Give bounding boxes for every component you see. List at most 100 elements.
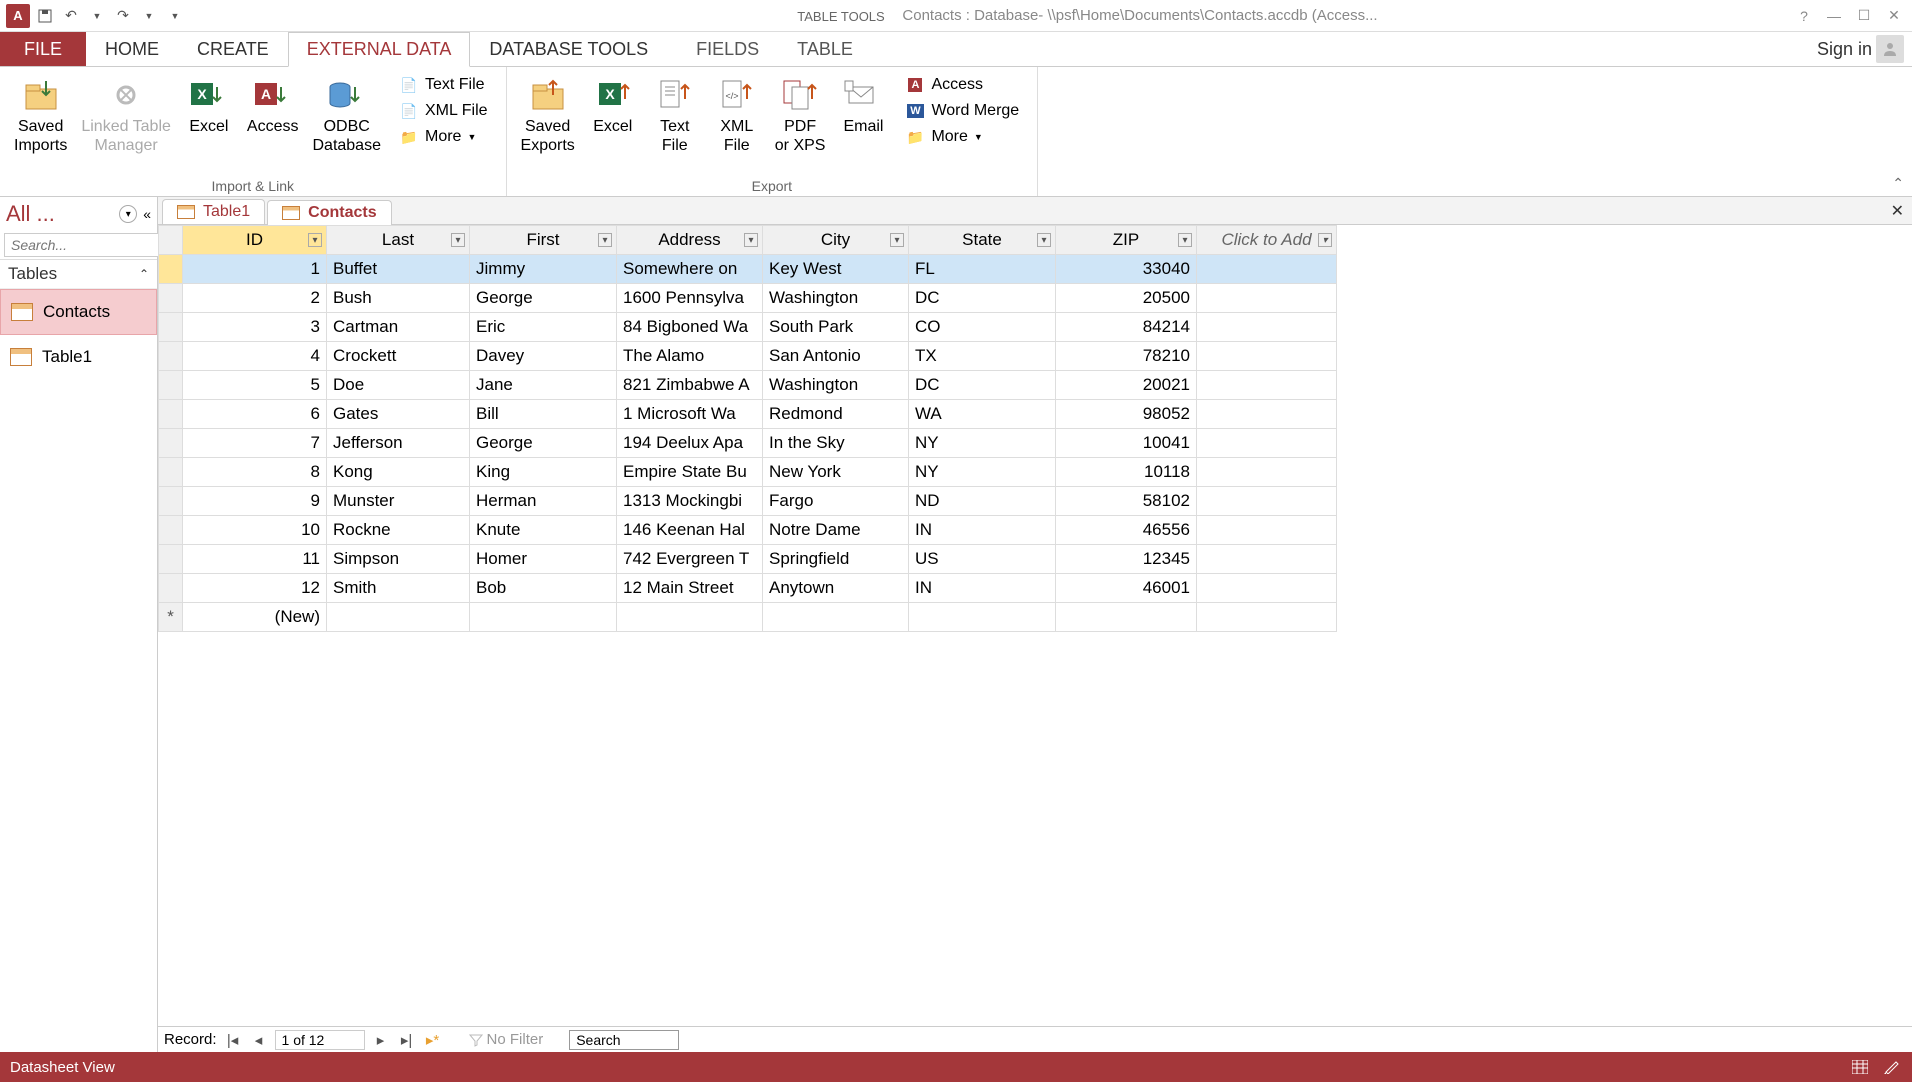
tab-external-data[interactable]: EXTERNAL DATA [288, 32, 471, 67]
row-selector[interactable] [159, 603, 183, 632]
new-row[interactable]: (New) [159, 603, 1337, 632]
cell-first[interactable]: Davey [470, 342, 617, 371]
cell-zip[interactable]: 10118 [1056, 458, 1197, 487]
saved-imports-button[interactable]: Saved Imports [8, 71, 73, 176]
table-row[interactable]: 7JeffersonGeorge194 Deelux ApaIn the Sky… [159, 429, 1337, 458]
column-dropdown-icon[interactable]: ▾ [744, 233, 758, 247]
cell-empty[interactable] [1197, 284, 1337, 313]
table-row[interactable]: 8KongKingEmpire State BuNew YorkNY10118 [159, 458, 1337, 487]
cell-state[interactable]: FL [909, 255, 1056, 284]
table-row[interactable]: 2BushGeorge1600 PennsylvaWashingtonDC205… [159, 284, 1337, 313]
cell-empty[interactable] [1197, 429, 1337, 458]
tab-file[interactable]: FILE [0, 32, 86, 66]
import-more-button[interactable]: 📁 More ▼ [393, 125, 494, 149]
cell-state[interactable]: US [909, 545, 1056, 574]
ribbon-collapse-icon[interactable]: ⌃ [1892, 175, 1904, 192]
cell-empty[interactable] [1197, 342, 1337, 371]
cell-city[interactable]: Anytown [763, 574, 909, 603]
cell-city[interactable]: Key West [763, 255, 909, 284]
cell-address[interactable]: 821 Zimbabwe A [617, 371, 763, 400]
record-search-input[interactable] [569, 1030, 679, 1050]
cell-empty[interactable] [1197, 574, 1337, 603]
table-row[interactable]: 3CartmanEric84 Bigboned WaSouth ParkCO84… [159, 313, 1337, 342]
import-xml-file-button[interactable]: 📄 XML File [393, 99, 494, 123]
cell-first[interactable]: George [470, 284, 617, 313]
nav-collapse-icon[interactable]: « [143, 206, 151, 222]
cell-city[interactable]: Springfield [763, 545, 909, 574]
cell-city[interactable]: Fargo [763, 487, 909, 516]
collapse-icon[interactable]: ⌃ [139, 267, 149, 281]
row-selector[interactable] [159, 400, 183, 429]
cell-city[interactable]: Washington [763, 284, 909, 313]
column-header[interactable]: Last▾ [327, 226, 470, 255]
close-icon[interactable]: ✕ [1884, 6, 1904, 26]
column-header[interactable]: First▾ [470, 226, 617, 255]
chevron-down-icon[interactable]: ▾ [1318, 233, 1332, 247]
cell-city[interactable]: South Park [763, 313, 909, 342]
cell-last[interactable]: Rockne [327, 516, 470, 545]
table-row[interactable]: 6GatesBill1 Microsoft WaRedmondWA98052 [159, 400, 1337, 429]
table-row[interactable]: 12SmithBob12 Main StreetAnytownIN46001 [159, 574, 1337, 603]
import-text-file-button[interactable]: 📄 Text File [393, 73, 494, 97]
cell-last[interactable]: Munster [327, 487, 470, 516]
export-excel-button[interactable]: X Excel [583, 71, 643, 176]
cell-id[interactable]: 7 [183, 429, 327, 458]
column-header[interactable]: ID▾ [183, 226, 327, 255]
nav-item-contacts[interactable]: Contacts [0, 289, 157, 335]
filter-indicator[interactable]: No Filter [469, 1031, 544, 1048]
cell-state[interactable]: NY [909, 429, 1056, 458]
table-row[interactable]: 11SimpsonHomer742 Evergreen TSpringfield… [159, 545, 1337, 574]
cell-address[interactable]: 84 Bigboned Wa [617, 313, 763, 342]
cell-empty[interactable] [1197, 545, 1337, 574]
cell-first[interactable]: Jane [470, 371, 617, 400]
cell-address[interactable]: The Alamo [617, 342, 763, 371]
nav-filter-dropdown[interactable]: ▾ [119, 205, 137, 223]
row-selector[interactable] [159, 574, 183, 603]
cell-zip[interactable]: 20021 [1056, 371, 1197, 400]
first-record-icon[interactable]: |◂ [223, 1030, 243, 1050]
column-dropdown-icon[interactable]: ▾ [890, 233, 904, 247]
qat-redo-icon[interactable]: ↷ [112, 5, 134, 27]
design-view-icon[interactable] [1882, 1057, 1902, 1077]
cell-zip[interactable]: 98052 [1056, 400, 1197, 429]
cell-id[interactable]: 5 [183, 371, 327, 400]
prev-record-icon[interactable]: ◂ [249, 1030, 269, 1050]
cell-empty[interactable] [1197, 516, 1337, 545]
cell-last[interactable]: Cartman [327, 313, 470, 342]
tab-fields[interactable]: FIELDS [677, 32, 778, 66]
new-record-icon[interactable]: ▸* [423, 1030, 443, 1050]
cell-empty[interactable] [1197, 400, 1337, 429]
table-row[interactable]: 9MunsterHerman1313 MockingbiFargoND58102 [159, 487, 1337, 516]
cell-address[interactable]: 12 Main Street [617, 574, 763, 603]
cell-state[interactable]: IN [909, 574, 1056, 603]
row-selector[interactable] [159, 516, 183, 545]
cell-address[interactable]: Somewhere on [617, 255, 763, 284]
row-selector[interactable] [159, 487, 183, 516]
tab-database-tools[interactable]: DATABASE TOOLS [470, 32, 667, 66]
row-selector[interactable] [159, 371, 183, 400]
cell-id[interactable]: 8 [183, 458, 327, 487]
cell-address[interactable]: 1 Microsoft Wa [617, 400, 763, 429]
cell-city[interactable]: New York [763, 458, 909, 487]
row-selector[interactable] [159, 342, 183, 371]
cell-city[interactable]: San Antonio [763, 342, 909, 371]
cell-first[interactable]: Jimmy [470, 255, 617, 284]
help-icon[interactable]: ? [1794, 6, 1814, 26]
cell-zip[interactable]: 20500 [1056, 284, 1197, 313]
cell-id[interactable]: 6 [183, 400, 327, 429]
import-excel-button[interactable]: X Excel [179, 71, 239, 176]
column-dropdown-icon[interactable]: ▾ [1178, 233, 1192, 247]
close-tab-icon[interactable]: ✕ [1891, 201, 1904, 221]
cell-zip[interactable]: 46556 [1056, 516, 1197, 545]
cell-state[interactable]: TX [909, 342, 1056, 371]
cell-id[interactable]: 1 [183, 255, 327, 284]
cell-zip[interactable]: 58102 [1056, 487, 1197, 516]
export-text-button[interactable]: Text File [645, 71, 705, 176]
cell-address[interactable]: 1600 Pennsylva [617, 284, 763, 313]
tab-home[interactable]: HOME [86, 32, 178, 66]
datasheet[interactable]: ID▾Last▾First▾Address▾City▾State▾ZIP▾Cli… [158, 225, 1912, 1026]
cell-first[interactable]: Eric [470, 313, 617, 342]
row-selector[interactable] [159, 458, 183, 487]
cell-zip[interactable]: 78210 [1056, 342, 1197, 371]
cell-first[interactable]: Herman [470, 487, 617, 516]
